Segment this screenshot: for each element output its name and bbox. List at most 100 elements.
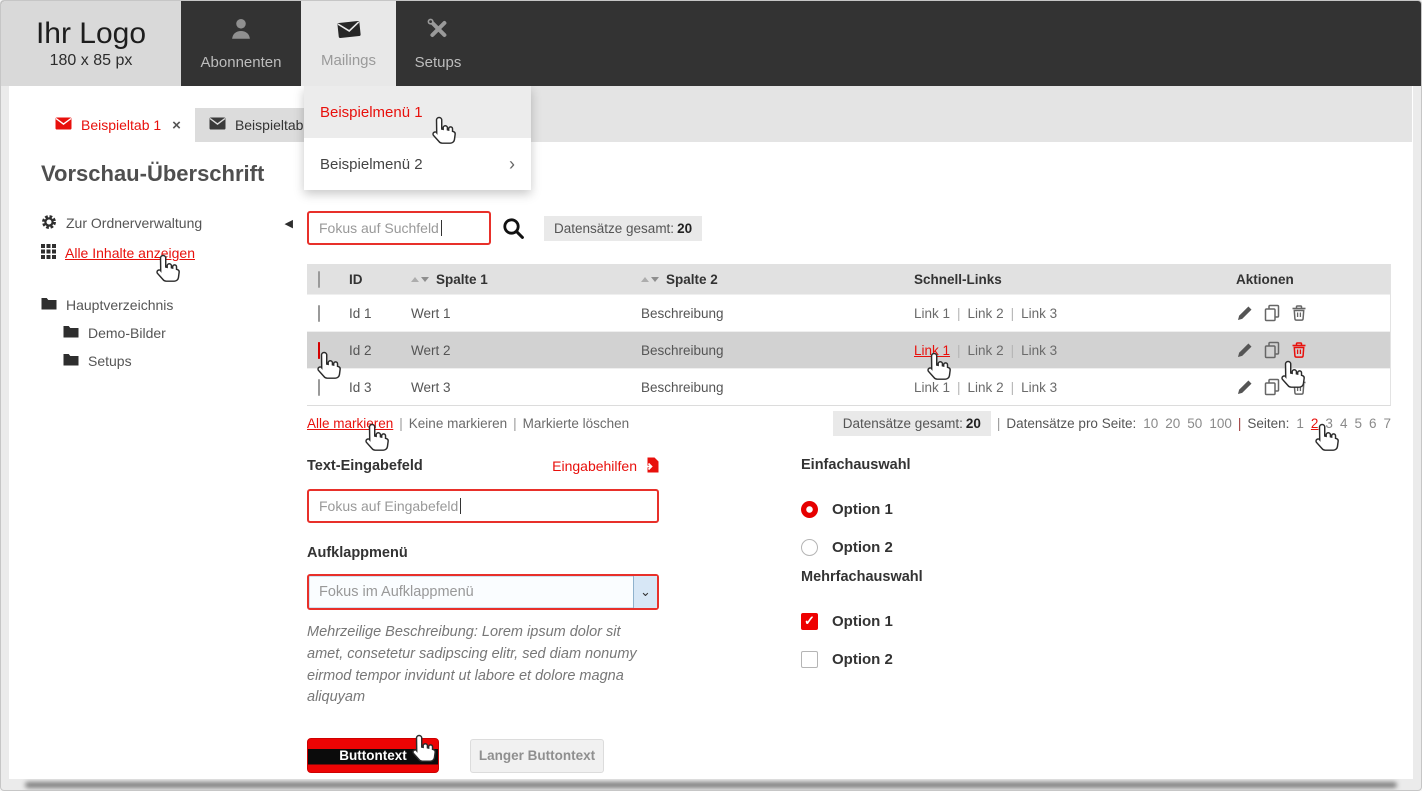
delete-icon-hover[interactable] [1290,341,1308,359]
tab-bar: Beispieltab 1 × Beispieltab 2 [41,108,333,142]
tab-label: Beispieltab 1 [81,117,161,133]
tools-icon [425,16,451,47]
envelope-icon [335,18,363,45]
sidebar-link-label: Alle Inhalte anzeigen [65,245,293,261]
edit-icon[interactable] [1236,378,1254,396]
sidebar-link-alle-inhalte[interactable]: Alle Inhalte anzeigen [41,243,293,263]
radio-label: Option 1 [832,501,893,518]
copy-icon[interactable] [1263,378,1281,396]
select-none-link[interactable]: Keine markieren [409,416,507,431]
select-all-checkbox[interactable] [318,271,320,288]
text-input-field[interactable]: Fokus auf Eingabefeld [307,489,659,523]
form-column-right: Einfachauswahl Option 1 Option 2 Mehrfac… [801,457,1041,688]
checkbox-checked-icon[interactable]: ✓ [801,613,818,630]
table-footer: Alle markieren|Keine markieren|Markierte… [307,411,1391,436]
delete-selected-link[interactable]: Markierte löschen [523,416,630,431]
page-7[interactable]: 7 [1383,416,1391,431]
collapse-sidebar-icon[interactable]: ◀ [285,217,293,230]
records-total-label: Datensätze gesamt: [843,416,963,431]
checkbox-unchecked-icon[interactable] [801,651,818,668]
nav-item-abonnenten[interactable]: Abonnenten [181,1,301,86]
page-5[interactable]: 5 [1354,416,1362,431]
delete-icon[interactable] [1290,304,1308,322]
quick-link-2[interactable]: Link 2 [968,343,1004,358]
cell-spalte1: Wert 3 [407,380,637,395]
row-checkbox[interactable] [318,305,320,322]
copy-icon[interactable] [1263,341,1281,359]
text-caret [441,220,442,236]
eingabehilfen-link[interactable]: Eingabehilfen [552,457,659,476]
menu-item-beispielmenu-1[interactable]: Beispielmenü 1 [304,86,531,138]
copy-icon[interactable] [1263,304,1281,322]
radio-checked-icon[interactable] [801,501,818,518]
tree-item-demo-bilder[interactable]: Demo-Bilder [63,319,293,347]
per-page-option-10[interactable]: 10 [1143,416,1158,431]
records-total-value: 20 [966,416,981,431]
radio-option-2[interactable]: Option 2 [801,538,1041,556]
page-3[interactable]: 3 [1325,416,1333,431]
select-all-link-hover[interactable]: Alle markieren [307,416,393,431]
checkbox-option-1[interactable]: ✓ Option 1 [801,612,1041,630]
top-navigation: Ihr Logo 180 x 85 px Abonnenten Mailings… [1,1,1421,86]
quick-link-3[interactable]: Link 3 [1021,306,1057,321]
search-icon[interactable] [502,217,525,240]
cell-id: Id 2 [345,343,407,358]
quick-link-2[interactable]: Link 2 [968,380,1004,395]
edit-icon[interactable] [1236,341,1254,359]
select-label: Aufklappmenü [307,545,659,562]
page-1[interactable]: 1 [1296,416,1304,431]
column-header-spalte1[interactable]: Spalte 1 [407,272,637,287]
quick-link-3[interactable]: Link 3 [1021,380,1057,395]
quick-link-1[interactable]: Link 1 [914,380,950,395]
sort-icons[interactable] [641,277,659,282]
tab-beispieltab-1[interactable]: Beispieltab 1 × [41,108,195,142]
quick-link-1[interactable]: Link 1 [914,306,950,321]
sidebar-link-ordnerverwaltung[interactable]: Zur Ordnerverwaltung ◀ [41,213,293,233]
checkbox-option-2[interactable]: Option 2 [801,650,1041,668]
dropdown-select[interactable]: Fokus im Aufklappmenü ⌄ [307,574,659,610]
nav-item-setups[interactable]: Setups [396,1,480,86]
edit-icon[interactable] [1236,304,1254,322]
tree-item-setups[interactable]: Setups [63,347,293,375]
radio-option-1[interactable]: Option 1 [801,500,1041,518]
cell-spalte2: Beschreibung [637,380,907,395]
quick-link-3[interactable]: Link 3 [1021,343,1057,358]
row-checkbox-checked[interactable] [318,342,320,359]
per-page-option-20[interactable]: 20 [1165,416,1180,431]
menu-item-beispielmenu-2[interactable]: Beispielmenü 2 › [304,138,531,190]
tree-item-label: Setups [88,353,132,369]
primary-button[interactable]: Buttontext [307,738,439,773]
sort-icons[interactable] [411,277,429,282]
close-icon[interactable]: × [172,117,181,134]
nav-item-mailings[interactable]: Mailings [301,1,396,86]
separator: | [1011,306,1015,321]
chevron-down-icon[interactable]: ⌄ [633,576,657,608]
multi-choice-title: Mehrfachauswahl [801,569,1041,586]
page-2-hover[interactable]: 2 [1311,416,1319,431]
search-input[interactable]: Fokus auf Suchfeld [307,211,491,245]
text-caret [460,498,461,514]
quick-link-2[interactable]: Link 2 [968,306,1004,321]
secondary-button[interactable]: Langer Buttontext [470,739,604,773]
per-page-option-100[interactable]: 100 [1209,416,1232,431]
sidebar-link-label: Zur Ordnerverwaltung [66,215,276,231]
page-4[interactable]: 4 [1340,416,1348,431]
page-6[interactable]: 6 [1369,416,1377,431]
column-header-schnell-links: Schnell-Links [907,272,1227,287]
quick-link-1-hover[interactable]: Link 1 [914,343,950,358]
tree-item-hauptverzeichnis[interactable]: Hauptverzeichnis [41,291,293,319]
logo-placeholder: Ihr Logo 180 x 85 px [1,1,181,86]
select-value: Fokus im Aufklappmenü [309,584,633,600]
nav-label: Abonnenten [201,54,282,71]
per-page-option-50[interactable]: 50 [1187,416,1202,431]
radio-unchecked-icon[interactable] [801,539,818,556]
table-row-selected: Id 2 Wert 2 Beschreibung Link 1|Link 2|L… [307,331,1390,368]
folder-icon [63,353,79,369]
column-header-spalte2[interactable]: Spalte 2 [637,272,907,287]
delete-icon[interactable] [1290,378,1308,396]
row-checkbox[interactable] [318,379,320,396]
column-header-aktionen: Aktionen [1227,272,1390,287]
grid-icon [41,244,56,262]
single-choice-title: Einfachauswahl [801,457,1041,474]
text-input-value: Fokus auf Eingabefeld [319,498,458,514]
